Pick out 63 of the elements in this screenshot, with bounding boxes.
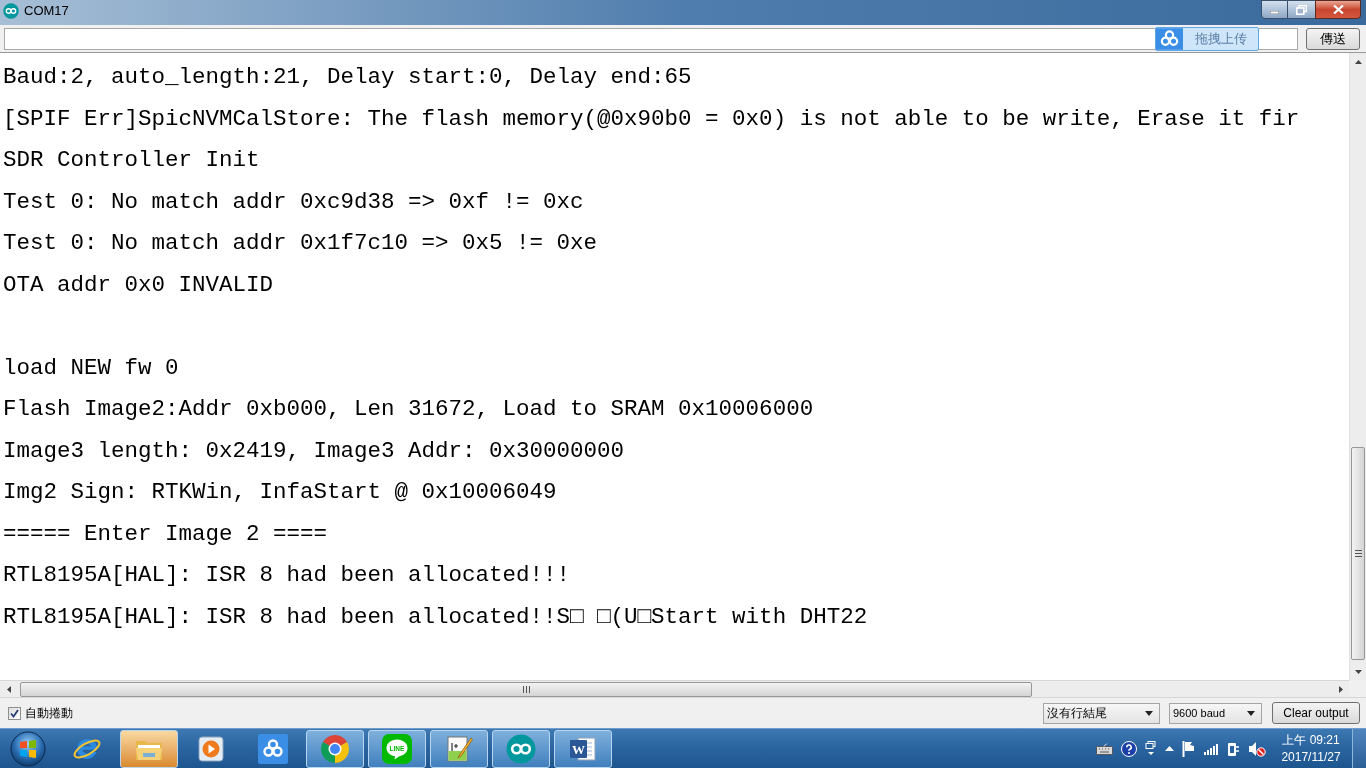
infinity-icon <box>506 733 536 764</box>
send-input-field[interactable] <box>4 27 1298 50</box>
clear-output-button[interactable]: Clear output <box>1272 702 1360 724</box>
close-button[interactable] <box>1315 0 1361 19</box>
taskbar-app-button[interactable] <box>492 729 550 768</box>
down-arrow-icon <box>1354 669 1362 674</box>
scrollbar-thumb[interactable] <box>1351 447 1365 660</box>
clock-date: 2017/11/27 <box>1281 748 1341 766</box>
checkmark-icon <box>10 708 19 718</box>
autoscroll-checkbox[interactable] <box>8 706 21 720</box>
restore-button[interactable] <box>1288 0 1315 19</box>
console-line: Img2 Sign: RTKWin, InfaStart @ 0x10006049 <box>3 478 557 507</box>
infinity-icon <box>3 3 19 19</box>
speaker-muted-icon[interactable] <box>1248 740 1266 757</box>
console-line: OTA addr 0x0 INVALID <box>3 270 274 300</box>
taskbar-app-button[interactable] <box>430 729 488 768</box>
baud-rate-dropdown[interactable]: 9600 baud <box>1169 702 1262 724</box>
notepad-icon <box>444 733 474 764</box>
console-line: ===== Enter Image 2 ==== <box>3 519 328 549</box>
scrollbar-thumb[interactable] <box>20 681 1032 697</box>
line-ending-dropdown[interactable]: 沒有行結尾 <box>1043 702 1160 724</box>
console-line: Baud:2, auto_length:21, Delay start:0, Delay end:65 <box>3 63 692 92</box>
caret-icon <box>1145 710 1153 716</box>
up-arrow-icon <box>1354 59 1362 64</box>
restore-icon <box>1296 4 1307 15</box>
send-button[interactable]: 傳送 <box>1306 27 1360 50</box>
console-line: Image3 length: 0x2419, Image3 Addr: 0x30000000 <box>3 436 625 466</box>
caret-icon <box>1247 710 1255 716</box>
console-line: Test 0: No match addr 0x1f7c10 => 0x5 != 0xe <box>3 229 598 258</box>
console-line: Test 0: No match addr 0xc9d38 => 0xf != 0xc <box>3 187 584 217</box>
left-arrow-icon <box>6 685 11 693</box>
console-line: RTL8195A[HAL]: ISR 8 had been allocated!!S□ □(U□Start with DHT22 <box>3 602 868 632</box>
plug-icon[interactable] <box>1227 740 1240 757</box>
console-line: RTL8195A[HAL]: ISR 8 had been allocated!!! <box>3 561 571 590</box>
show-desktop-button[interactable] <box>1352 729 1366 768</box>
window-title: COM17 <box>24 2 69 21</box>
cloud-icon <box>1156 28 1183 50</box>
taskbar-app-button[interactable] <box>306 729 364 768</box>
taskbar-app-button[interactable] <box>120 729 178 768</box>
grip-icon <box>522 685 530 693</box>
minimize-icon <box>1270 11 1279 14</box>
play-icon <box>196 733 226 764</box>
help-icon[interactable] <box>1121 740 1137 757</box>
browser-icon <box>320 733 350 764</box>
console-line: load NEW fw 0 <box>3 353 179 383</box>
console-line: Flash Image2:Addr 0xb000, Len 31672, Load to SRAM 0x10006000 <box>3 395 814 424</box>
up-arrow-icon[interactable] <box>1165 746 1174 751</box>
window-stack-icon[interactable] <box>1145 740 1157 757</box>
grip-icon <box>1354 550 1362 557</box>
cloud-icon <box>258 733 288 764</box>
console-line: SDR Controller Init <box>3 146 260 175</box>
start-orb-icon <box>10 730 46 767</box>
flag-icon[interactable] <box>1182 740 1196 757</box>
autoscroll-label: 自動捲動 <box>25 705 73 722</box>
close-icon <box>1332 5 1344 14</box>
taskbar-app-button[interactable]: W <box>554 729 612 768</box>
minimize-button[interactable] <box>1261 0 1288 19</box>
signal-icon[interactable] <box>1204 742 1219 755</box>
keyboard-icon[interactable] <box>1096 742 1113 755</box>
clock-time: 上午 09:21 <box>1282 731 1340 749</box>
start-button[interactable] <box>8 729 48 768</box>
right-arrow-icon <box>1338 685 1343 693</box>
console-line: [SPIF Err]SpicNVMCalStore: The flash memory(@0x90b0 = 0x0) is not able to be write, Erase it fir <box>3 104 1300 134</box>
